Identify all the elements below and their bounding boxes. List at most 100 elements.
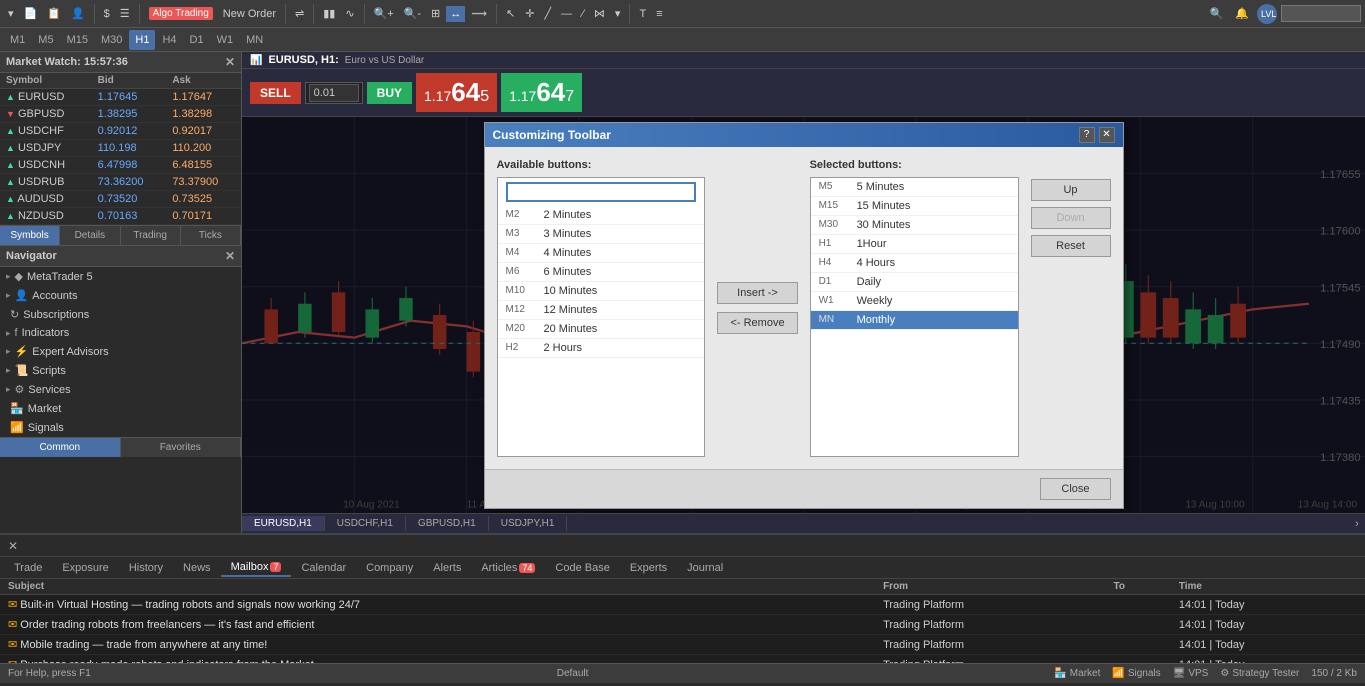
- selected-item[interactable]: M55 Minutes: [811, 178, 1018, 197]
- insert-button[interactable]: Insert ->: [717, 282, 797, 304]
- fib-btn[interactable]: ⋈: [590, 5, 609, 22]
- notification-btn[interactable]: 🔔: [1231, 5, 1253, 22]
- crosshair-btn[interactable]: ✛: [521, 5, 538, 22]
- zoom-in-btn[interactable]: 🔍+: [370, 5, 398, 22]
- tf-h4[interactable]: H4: [156, 30, 182, 50]
- vps-status[interactable]: 🖥 VPS: [1173, 668, 1209, 679]
- available-item[interactable]: M44 Minutes: [498, 244, 705, 263]
- avatar-btn[interactable]: LVL: [1257, 4, 1277, 24]
- text-btn[interactable]: T: [635, 6, 650, 22]
- market-watch-row[interactable]: ▲ USDCNH 6.47998 6.48155: [0, 157, 241, 174]
- bottom-tab-calendar[interactable]: Calendar: [291, 560, 356, 576]
- selected-item[interactable]: MNMonthly: [811, 311, 1018, 330]
- bottom-tab-company[interactable]: Company: [356, 560, 423, 576]
- available-buttons-list[interactable]: M22 MinutesM33 MinutesM44 MinutesM66 Min…: [497, 177, 706, 457]
- nav-item-services[interactable]: ▸ ⚙ Services: [0, 380, 241, 399]
- tf-m15[interactable]: M15: [61, 30, 94, 50]
- toolbar-obj-btn[interactable]: ☰: [116, 5, 134, 22]
- bottom-tab-alerts[interactable]: Alerts: [423, 560, 471, 576]
- bottom-tab-history[interactable]: History: [119, 560, 173, 576]
- new-order-btn[interactable]: New Order: [219, 6, 280, 22]
- reset-button[interactable]: Reset: [1031, 235, 1111, 257]
- tf-mn[interactable]: MN: [240, 30, 269, 50]
- nav-tab-common[interactable]: Common: [0, 438, 121, 457]
- chart-canvas[interactable]: 1.17655 1.17600 1.17545 1.17490 1.17435 …: [242, 117, 1365, 513]
- nav-item-market[interactable]: 🏪 Market: [0, 399, 241, 418]
- tab-ticks[interactable]: Ticks: [181, 226, 241, 245]
- available-item[interactable]: M33 Minutes: [498, 225, 705, 244]
- available-item[interactable]: M1212 Minutes: [498, 301, 705, 320]
- message-row[interactable]: ✉ Mobile trading — trade from anywhere a…: [0, 635, 1365, 655]
- toolbar-candles-btn[interactable]: ▮▮: [319, 5, 339, 22]
- strategy-tester-status[interactable]: ⚙ Strategy Tester: [1220, 668, 1299, 679]
- toolbar-indicators-btn[interactable]: $: [100, 6, 114, 22]
- selected-buttons-list[interactable]: M55 MinutesM1515 MinutesM3030 MinutesH11…: [810, 177, 1019, 457]
- message-row[interactable]: ✉ Purchase ready-made robots and indicat…: [0, 655, 1365, 664]
- selected-item[interactable]: H44 Hours: [811, 254, 1018, 273]
- more-btn[interactable]: ▾: [611, 5, 625, 22]
- market-watch-row[interactable]: ▲ USDCHF 0.92012 0.92017: [0, 123, 241, 140]
- tf-d1[interactable]: D1: [184, 30, 210, 50]
- bottom-tab-exposure[interactable]: Exposure: [52, 560, 118, 576]
- menu-file[interactable]: ▾: [4, 5, 18, 22]
- sell-button[interactable]: SELL: [250, 82, 301, 104]
- selected-item[interactable]: W1Weekly: [811, 292, 1018, 311]
- bottom-panel-close[interactable]: ✕: [4, 539, 22, 553]
- navigator-close[interactable]: ✕: [225, 249, 235, 263]
- bottom-tab-news[interactable]: News: [173, 560, 221, 576]
- available-item[interactable]: M22 Minutes: [498, 206, 705, 225]
- nav-item-expert-advisors[interactable]: ▸ ⚡ Expert Advisors: [0, 342, 241, 361]
- chart-tab-usdjpy[interactable]: USDJPY,H1: [489, 516, 568, 531]
- bottom-tab-articles[interactable]: Articles74: [471, 560, 545, 576]
- message-row[interactable]: ✉ Order trading robots from freelancers …: [0, 615, 1365, 635]
- grid-btn[interactable]: ⊞: [427, 5, 444, 22]
- down-button[interactable]: Down: [1031, 207, 1111, 229]
- chart-tab-eurusd[interactable]: EURUSD,H1: [242, 516, 325, 531]
- nav-item-metatrader-5[interactable]: ▸ ◆ MetaTrader 5: [0, 267, 241, 286]
- hline-btn[interactable]: —: [557, 6, 576, 22]
- bottom-tab-experts[interactable]: Experts: [620, 560, 677, 576]
- market-watch-row[interactable]: ▼ GBPUSD 1.38295 1.38298: [0, 106, 241, 123]
- available-item[interactable]: M2020 Minutes: [498, 320, 705, 339]
- lot-input[interactable]: [309, 84, 359, 102]
- available-item[interactable]: M1010 Minutes: [498, 282, 705, 301]
- tf-m1[interactable]: M1: [4, 30, 31, 50]
- selected-item[interactable]: M3030 Minutes: [811, 216, 1018, 235]
- tf-h1[interactable]: H1: [129, 30, 155, 50]
- selected-item[interactable]: H11Hour: [811, 235, 1018, 254]
- selected-item[interactable]: D1Daily: [811, 273, 1018, 292]
- toolbar-newchart-btn[interactable]: 📄: [20, 5, 42, 22]
- chart-tab-usdchf[interactable]: USDCHF,H1: [325, 516, 406, 531]
- objects-list-btn[interactable]: ≡: [652, 6, 666, 22]
- trendline-btn[interactable]: ∕: [578, 6, 588, 22]
- nav-tab-favorites[interactable]: Favorites: [121, 438, 242, 457]
- nav-item-scripts[interactable]: ▸ 📜 Scripts: [0, 361, 241, 380]
- chart-tab-gbpusd[interactable]: GBPUSD,H1: [406, 516, 489, 531]
- market-watch-close[interactable]: ✕: [225, 55, 235, 69]
- available-item[interactable]: M66 Minutes: [498, 263, 705, 282]
- tf-m30[interactable]: M30: [95, 30, 128, 50]
- up-button[interactable]: Up: [1031, 179, 1111, 201]
- tab-details[interactable]: Details: [60, 226, 120, 245]
- modal-help-btn[interactable]: ?: [1079, 127, 1095, 143]
- chart-tabs-nav-right[interactable]: ›: [1349, 518, 1365, 530]
- nav-item-subscriptions[interactable]: ↻ Subscriptions: [0, 305, 241, 324]
- modal-close-footer-btn[interactable]: Close: [1040, 478, 1110, 500]
- selected-item[interactable]: M1515 Minutes: [811, 197, 1018, 216]
- toolbar-profile-btn[interactable]: 👤: [67, 5, 89, 22]
- bottom-tab-mailbox[interactable]: Mailbox7: [221, 559, 292, 577]
- remove-button[interactable]: <- Remove: [717, 312, 797, 334]
- bottom-tab-journal[interactable]: Journal: [677, 560, 733, 576]
- toolbar-template-btn[interactable]: 📋: [43, 5, 65, 22]
- algo-trading-btn[interactable]: Algo Trading: [145, 5, 217, 22]
- tab-trading[interactable]: Trading: [121, 226, 181, 245]
- nav-item-indicators[interactable]: ▸ f Indicators: [0, 324, 241, 342]
- available-item[interactable]: H22 Hours: [498, 339, 705, 358]
- market-watch-row[interactable]: ▲ USDJPY 110.198 110.200: [0, 140, 241, 157]
- buy-button[interactable]: BUY: [367, 82, 412, 104]
- tf-w1[interactable]: W1: [211, 30, 240, 50]
- nav-item-accounts[interactable]: ▸ 👤 Accounts: [0, 286, 241, 305]
- line-btn[interactable]: ╱: [540, 5, 555, 22]
- bottom-tab-codebase[interactable]: Code Base: [545, 560, 619, 576]
- message-row[interactable]: ✉ Built-in Virtual Hosting — trading rob…: [0, 595, 1365, 615]
